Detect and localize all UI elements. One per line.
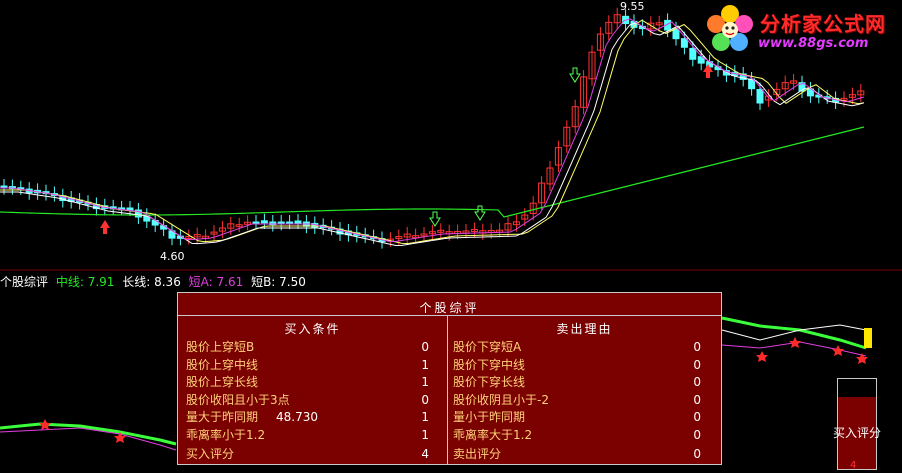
sell-total-row: 卖出评分 0 xyxy=(448,446,721,462)
sell-row-value: 0 xyxy=(693,410,701,424)
sell-row-value: 0 xyxy=(693,375,701,389)
sell-row-value: 0 xyxy=(693,427,701,442)
buy-row-value: 1 xyxy=(421,410,429,424)
sell-total-label: 卖出评分 xyxy=(453,447,502,461)
sell-arrow-icon xyxy=(474,205,486,221)
indicator-legend: 个股综评 中线: 7.91 长线: 8.36 短A: 7.61 短B: 7.50 xyxy=(0,273,310,289)
sell-total-value: 0 xyxy=(693,447,701,461)
sell-row-name: 股价下穿中线 xyxy=(453,357,526,372)
sell-row-value: 0 xyxy=(693,357,701,372)
buy-row: 股价收阳且小于3点 0 xyxy=(178,392,447,410)
buy-row-name: 量大于昨同期 xyxy=(186,410,259,424)
sell-row: 量小于昨同期 0 xyxy=(448,409,721,427)
sell-row: 股价下穿短A 0 xyxy=(448,339,721,357)
sell-arrow-icon xyxy=(569,67,581,83)
buy-row-value: 0 xyxy=(421,340,429,354)
buy-row: 乖离率小于1.2 1 xyxy=(178,427,447,445)
sell-header: 卖出理由 xyxy=(556,322,613,336)
indicator-title: 个股综评 xyxy=(0,275,49,289)
legend-short-b: 短B: 7.50 xyxy=(251,275,306,289)
buy-score-value: 4 xyxy=(850,460,857,471)
sell-row-name: 量小于昨同期 xyxy=(453,410,526,424)
indicator-long-line-right xyxy=(721,324,867,341)
buy-score-label: 买入评分 xyxy=(833,426,882,440)
sell-row-value: 0 xyxy=(693,340,701,354)
stock-evaluation-panel: 个股综评 买入条件 股价上穿短B 0 股价上穿中线 1 股价上穿长线 1 股价收阳且小… xyxy=(177,292,722,465)
sell-row-name: 乖离率大于1.2 xyxy=(453,427,533,442)
signal-star-icon xyxy=(789,337,801,348)
buy-row-name: 股价上穿长线 xyxy=(186,375,259,389)
sell-reasons-column: 卖出理由 股价下穿短A 0 股价下穿中线 0 股价下穿长线 0 股价收阴且小于-2 0 … xyxy=(448,315,721,464)
buy-row-extra: 48.730 xyxy=(276,410,318,424)
candle-body xyxy=(756,89,764,104)
candle-body xyxy=(294,220,302,224)
legend-long: 长线: 8.36 xyxy=(122,275,181,289)
buy-arrow-icon xyxy=(100,220,110,234)
signal-star-icon xyxy=(39,419,51,430)
buy-conditions-column: 买入条件 股价上穿短B 0 股价上穿中线 1 股价上穿长线 1 股价收阳且小于3点 0 … xyxy=(178,315,448,464)
sell-row-name: 股价下穿长线 xyxy=(453,375,526,389)
buy-total-value: 4 xyxy=(421,447,429,461)
buy-row-name: 股价上穿短B xyxy=(186,340,255,354)
buy-row-value: 1 xyxy=(421,357,429,372)
buy-row: 股价上穿短B 0 xyxy=(178,339,447,357)
site-logo: 分析家公式网 www.88gs.com xyxy=(700,2,900,60)
indicator-bar xyxy=(864,328,872,348)
buy-row-name: 股价上穿中线 xyxy=(186,357,259,372)
legend-short-a: 短A: 7.61 xyxy=(188,275,244,289)
signal-star-icon xyxy=(756,351,768,362)
sell-row: 乖离率大于1.2 0 xyxy=(448,427,721,445)
logo-title: 分析家公式网 xyxy=(760,12,886,36)
sell-row: 股价下穿长线 0 xyxy=(448,374,721,392)
panel-title: 个股综评 xyxy=(419,301,480,315)
buy-row-value: 1 xyxy=(421,427,429,442)
low-price-label: 4.60 xyxy=(160,250,185,263)
buy-row-name: 乖离率小于1.2 xyxy=(186,427,266,442)
sell-row-value: 0 xyxy=(693,392,701,407)
signal-star-icon xyxy=(856,353,868,364)
high-price-label: 9.55 xyxy=(620,0,645,13)
indicator-mid-line-left xyxy=(0,422,177,446)
buy-total-label: 买入评分 xyxy=(186,447,235,461)
sell-row-name: 股价下穿短A xyxy=(453,340,522,354)
buy-row: 股价上穿中线 1 xyxy=(178,357,447,375)
signal-star-icon xyxy=(832,345,844,356)
buy-row: 量大于昨同期 48.730 1 xyxy=(178,409,447,427)
candle-body xyxy=(260,220,268,224)
legend-mid: 中线: 7.91 xyxy=(55,275,115,289)
sell-arrow-icon xyxy=(429,211,441,227)
candle-body xyxy=(126,207,134,211)
candle-body xyxy=(689,47,697,60)
buy-row-value: 1 xyxy=(421,375,429,389)
buy-header: 买入条件 xyxy=(284,322,341,336)
buy-row-name: 股价收阳且小于3点 xyxy=(186,392,290,407)
sell-row-name: 股价收阴且小于-2 xyxy=(453,392,549,407)
candle-body xyxy=(672,28,680,40)
sell-row: 股价下穿中线 0 xyxy=(448,357,721,375)
buy-row-value: 0 xyxy=(421,392,429,407)
sell-row: 股价收阴且小于-2 0 xyxy=(448,392,721,410)
buy-total-row: 买入评分 4 xyxy=(178,446,447,462)
candle-body xyxy=(680,38,688,48)
logo-url: www.88gs.com xyxy=(758,36,869,51)
flower-icon xyxy=(707,5,753,51)
buy-row: 股价上穿长线 1 xyxy=(178,374,447,392)
